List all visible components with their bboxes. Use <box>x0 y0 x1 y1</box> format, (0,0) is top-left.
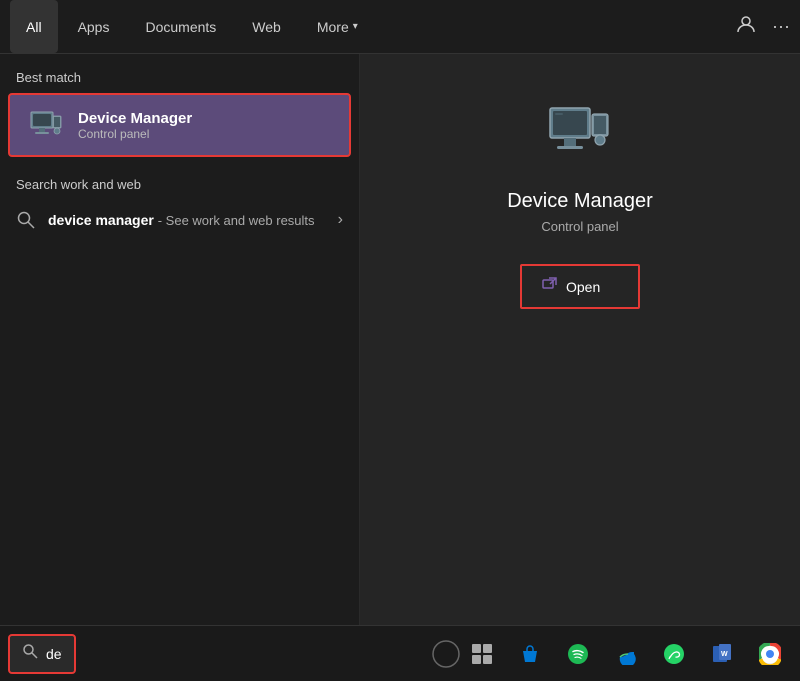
chrome-icon[interactable] <box>748 632 792 676</box>
best-match-subtitle: Control panel <box>78 127 192 141</box>
best-match-app-info: Device Manager Control panel <box>78 110 192 141</box>
profile-icon[interactable] <box>736 14 756 39</box>
microsoft-store-icon[interactable] <box>508 632 552 676</box>
taskbar-search-bar[interactable] <box>8 634 76 674</box>
spotify-icon[interactable] <box>556 632 600 676</box>
taskbar-search-icon <box>22 643 38 664</box>
word-icon[interactable]: W <box>700 632 744 676</box>
main-content: Best match Device Manager Control panel <box>0 54 800 625</box>
tab-more[interactable]: More ▾ <box>301 0 374 53</box>
right-app-title: Device Manager <box>507 190 653 213</box>
nav-right-icons: ··· <box>736 14 790 39</box>
web-search-item[interactable]: device manager - See work and web result… <box>0 200 359 240</box>
left-panel: Best match Device Manager Control panel <box>0 54 360 625</box>
open-label: Open <box>566 279 600 295</box>
device-manager-icon-large <box>540 94 620 174</box>
best-match-label: Best match <box>0 70 359 93</box>
device-manager-icon-small <box>26 105 66 145</box>
taskbar-icons: W <box>460 632 792 676</box>
tab-documents[interactable]: Documents <box>129 0 232 53</box>
chevron-down-icon: ▾ <box>353 21 358 32</box>
tab-all[interactable]: All <box>10 0 58 53</box>
right-app-subtitle: Control panel <box>541 219 618 234</box>
tab-apps[interactable]: Apps <box>62 0 126 53</box>
best-match-title: Device Manager <box>78 110 192 127</box>
whatsapp-icon[interactable] <box>652 632 696 676</box>
best-match-item[interactable]: Device Manager Control panel <box>8 93 351 157</box>
search-web-label: Search work and web <box>0 169 359 200</box>
edge-icon[interactable] <box>604 632 648 676</box>
top-nav: All Apps Documents Web More ▾ ··· <box>0 0 800 54</box>
search-loop-icon <box>16 210 36 230</box>
right-panel: Device Manager Control panel Open <box>360 54 800 625</box>
open-icon <box>542 276 558 297</box>
web-query: device manager - See work and web result… <box>48 212 326 228</box>
windows-start-button[interactable] <box>432 632 460 676</box>
more-options-icon[interactable]: ··· <box>772 16 790 37</box>
svg-text:W: W <box>721 651 728 658</box>
task-view-icon[interactable] <box>460 632 504 676</box>
web-search-text: device manager - See work and web result… <box>48 212 326 228</box>
open-button[interactable]: Open <box>520 264 640 309</box>
tab-web[interactable]: Web <box>236 0 297 53</box>
taskbar-search-input[interactable] <box>46 646 62 662</box>
chevron-right-icon: › <box>338 211 343 229</box>
taskbar: W <box>0 625 800 681</box>
